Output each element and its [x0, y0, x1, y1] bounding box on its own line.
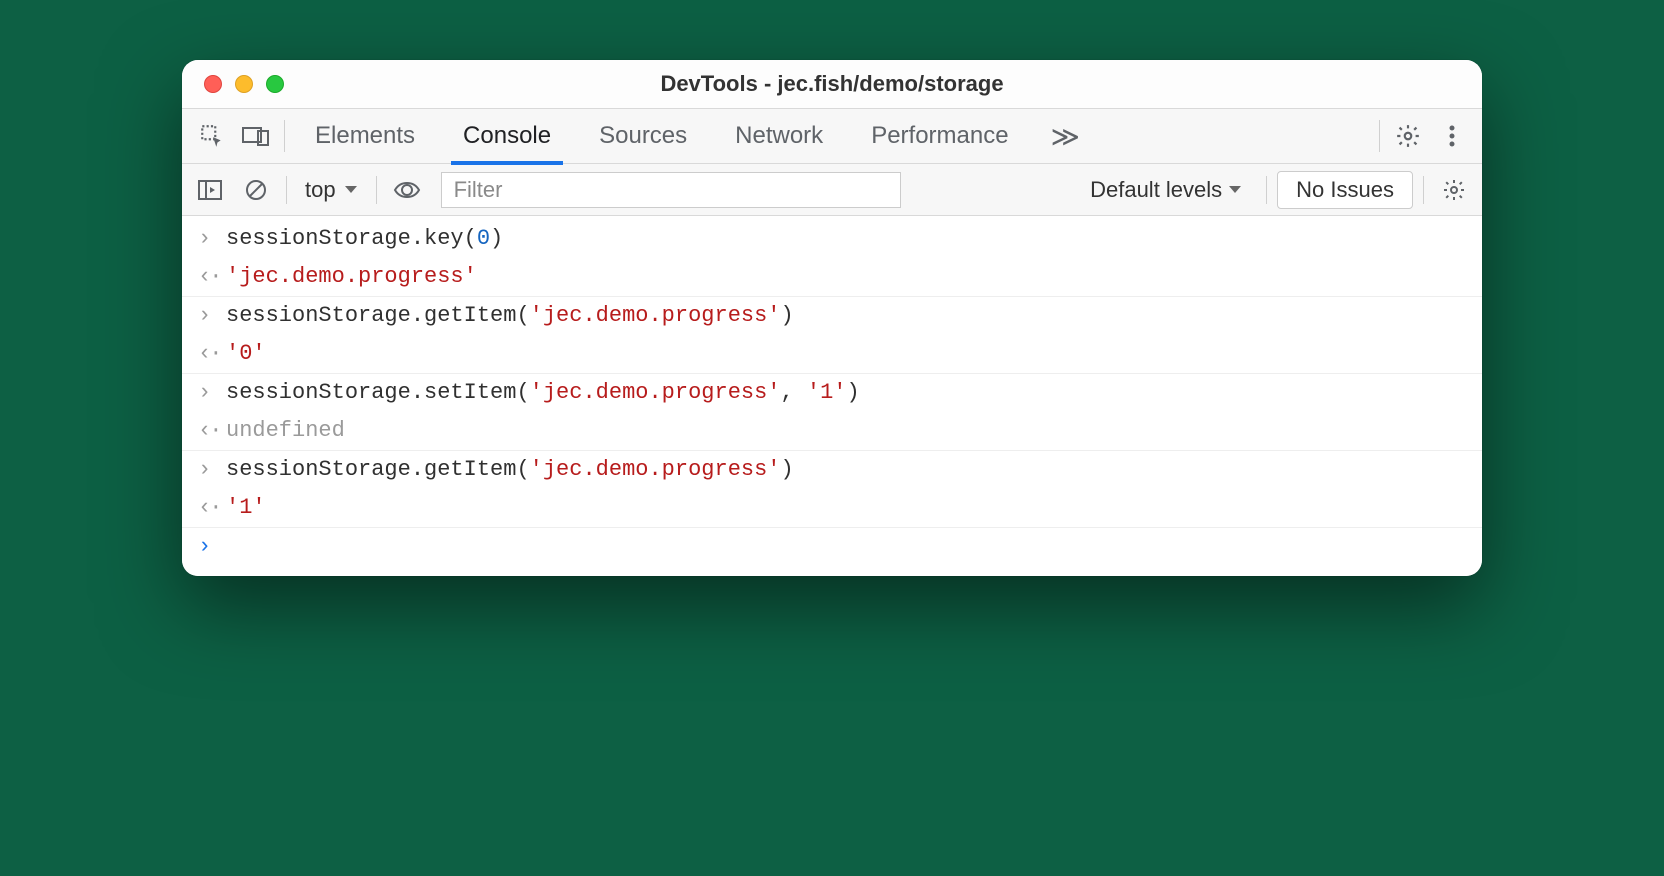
context-label: top	[305, 177, 336, 203]
separator	[1423, 176, 1424, 204]
code: undefined	[226, 416, 345, 446]
toggle-sidebar-icon[interactable]	[190, 170, 230, 210]
traffic-lights	[182, 75, 284, 93]
console-output-row: ‹· 'jec.demo.progress'	[182, 258, 1482, 296]
prompt-icon: ›	[198, 532, 226, 562]
code: sessionStorage.getItem('jec.demo.progres…	[226, 455, 794, 485]
kebab-menu-icon[interactable]	[1430, 114, 1474, 158]
tab-console[interactable]: Console	[439, 108, 575, 164]
window-title: DevTools - jec.fish/demo/storage	[182, 71, 1482, 97]
console-output-row: ‹· '0'	[182, 335, 1482, 373]
issues-button[interactable]: No Issues	[1277, 171, 1413, 209]
devtools-window: DevTools - jec.fish/demo/storage Element…	[182, 60, 1482, 576]
code: sessionStorage.setItem('jec.demo.progres…	[226, 378, 860, 408]
console-output-row: ‹· '1'	[182, 489, 1482, 527]
code: 'jec.demo.progress'	[226, 262, 477, 292]
inspect-icon[interactable]	[190, 114, 234, 158]
console-input-row: › sessionStorage.key(0)	[182, 220, 1482, 258]
console-output: › sessionStorage.key(0) ‹· 'jec.demo.pro…	[182, 216, 1482, 576]
separator	[286, 176, 287, 204]
prompt-icon: ›	[198, 301, 226, 331]
chevron-down-icon	[1228, 185, 1242, 195]
console-prompt-row[interactable]: ›	[182, 527, 1482, 566]
return-icon: ‹·	[198, 262, 226, 292]
maximize-window-button[interactable]	[266, 75, 284, 93]
issues-label: No Issues	[1296, 177, 1394, 203]
return-icon: ‹·	[198, 416, 226, 446]
code: '1'	[226, 493, 266, 523]
chevron-down-icon	[344, 185, 358, 195]
context-selector[interactable]: top	[297, 177, 366, 203]
levels-label: Default levels	[1090, 177, 1222, 203]
console-input-row: › sessionStorage.getItem('jec.demo.progr…	[182, 296, 1482, 335]
console-input-row: › sessionStorage.getItem('jec.demo.progr…	[182, 450, 1482, 489]
separator	[1266, 176, 1267, 204]
log-levels-selector[interactable]: Default levels	[1076, 177, 1256, 203]
console-output-row: ‹· undefined	[182, 412, 1482, 450]
tab-sources[interactable]: Sources	[575, 108, 711, 164]
settings-icon[interactable]	[1386, 114, 1430, 158]
tab-elements[interactable]: Elements	[291, 108, 439, 164]
prompt-icon: ›	[198, 378, 226, 408]
close-window-button[interactable]	[204, 75, 222, 93]
console-settings-icon[interactable]	[1434, 170, 1474, 210]
device-toolbar-icon[interactable]	[234, 114, 278, 158]
code: '0'	[226, 339, 266, 369]
live-expression-icon[interactable]	[387, 170, 427, 210]
console-toolbar: top Default levels No Issues	[182, 164, 1482, 216]
return-icon: ‹·	[198, 339, 226, 369]
titlebar: DevTools - jec.fish/demo/storage	[182, 60, 1482, 108]
return-icon: ‹·	[198, 493, 226, 523]
more-tabs-button[interactable]: ≫	[1033, 120, 1098, 153]
code: sessionStorage.getItem('jec.demo.progres…	[226, 301, 794, 331]
code: sessionStorage.key(0)	[226, 224, 503, 254]
tab-network[interactable]: Network	[711, 108, 847, 164]
prompt-icon: ›	[198, 224, 226, 254]
clear-console-icon[interactable]	[236, 170, 276, 210]
minimize-window-button[interactable]	[235, 75, 253, 93]
tabs-bar: Elements Console Sources Network Perform…	[182, 108, 1482, 164]
separator	[376, 176, 377, 204]
filter-input[interactable]	[441, 172, 901, 208]
separator	[1379, 120, 1380, 152]
tab-performance[interactable]: Performance	[847, 108, 1032, 164]
console-input-row: › sessionStorage.setItem('jec.demo.progr…	[182, 373, 1482, 412]
separator	[284, 120, 285, 152]
prompt-icon: ›	[198, 455, 226, 485]
